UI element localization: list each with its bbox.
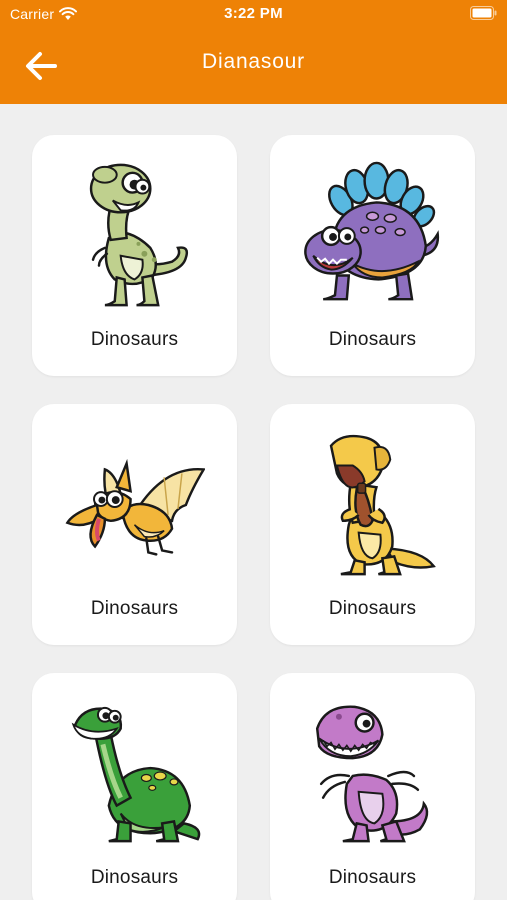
dinosaur-grid: Dinosaurs Dinosaurs Dinosaurs Dinosaurs … xyxy=(32,135,475,900)
dinosaur-card[interactable]: Dinosaurs xyxy=(32,135,237,376)
dinosaur-card[interactable]: Dinosaurs xyxy=(270,673,475,900)
card-label: Dinosaurs xyxy=(328,867,417,888)
dinosaur-card[interactable]: Dinosaurs xyxy=(270,135,475,376)
page-title: Dianasour xyxy=(202,50,305,73)
card-label: Dinosaurs xyxy=(328,329,417,350)
card-label: Dinosaurs xyxy=(90,329,179,350)
dinosaur-card[interactable]: Dinosaurs xyxy=(32,404,237,645)
pink-trex-illustration xyxy=(315,705,429,843)
card-label: Dinosaurs xyxy=(90,867,179,888)
battery-icon xyxy=(470,6,497,20)
card-label: Dinosaurs xyxy=(90,598,179,619)
purple-stegosaurus-illustration xyxy=(304,161,440,301)
card-label: Dinosaurs xyxy=(328,598,417,619)
yellow-pterodactyl-illustration xyxy=(65,458,205,556)
green-brachiosaurus-illustration xyxy=(71,706,201,843)
top-bar: Carrier 3:22 PM Dianasour xyxy=(0,0,507,104)
dinosaur-card[interactable]: Dinosaurs xyxy=(270,404,475,645)
yellow-trex-illustration xyxy=(329,434,436,576)
status-bar: Carrier 3:22 PM xyxy=(0,0,507,28)
dinosaur-card[interactable]: Dinosaurs xyxy=(32,673,237,900)
green-trex-illustration xyxy=(89,163,189,307)
status-time: 3:22 PM xyxy=(224,5,283,22)
app-screen: Carrier 3:22 PM Dianasour Dinosaurs Dino… xyxy=(0,0,507,900)
navigation-bar: Dianasour xyxy=(0,36,507,94)
